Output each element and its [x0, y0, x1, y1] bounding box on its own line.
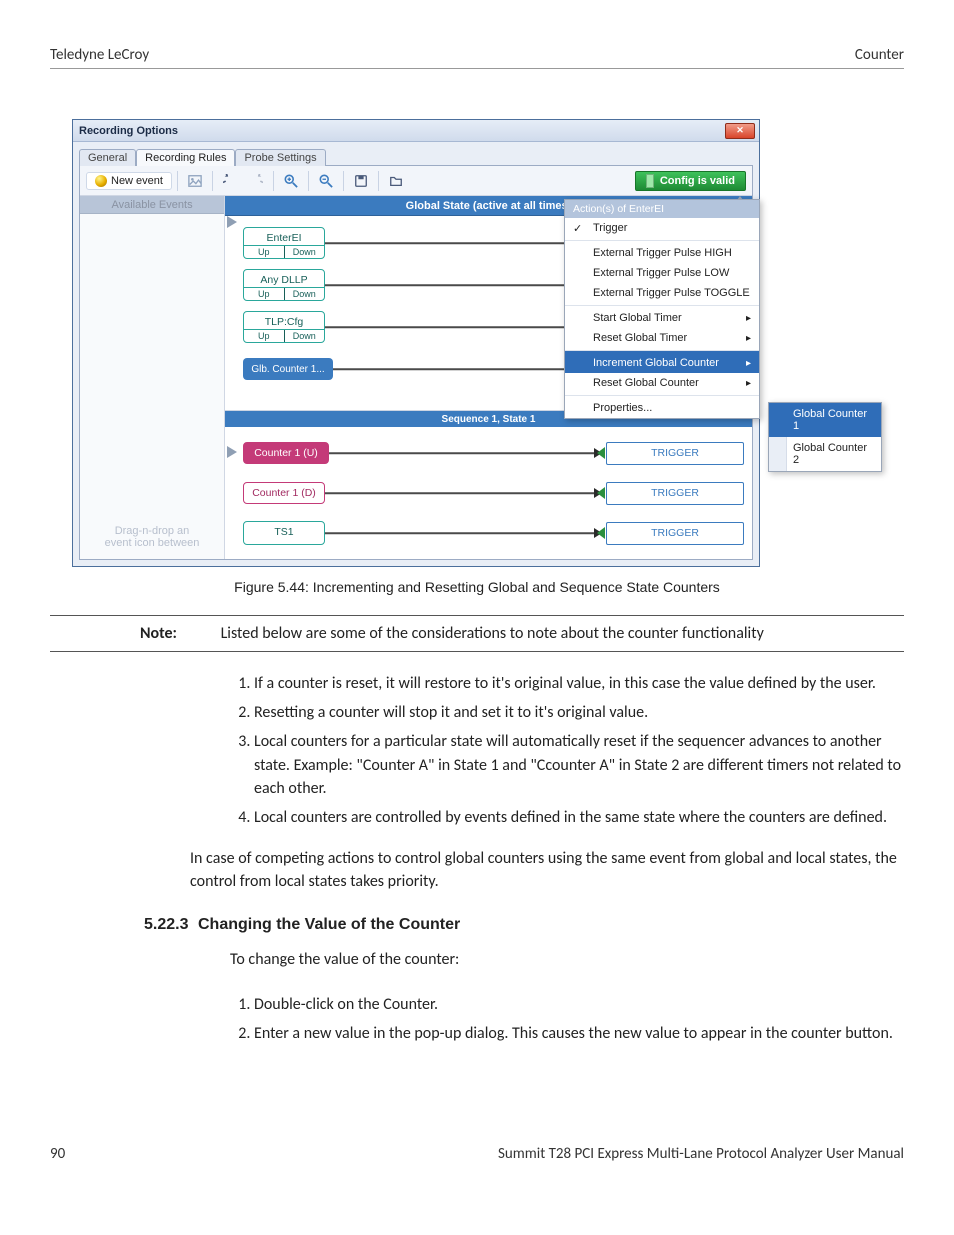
new-event-button[interactable]: New event — [86, 172, 172, 190]
list-item: If a counter is reset, it will restore t… — [254, 672, 904, 695]
ctx-reset-global-counter[interactable]: Reset Global Counter▸ — [565, 373, 759, 393]
chevron-right-icon: ▸ — [746, 313, 751, 324]
list-item: Local counters for a particular state wi… — [254, 730, 904, 800]
link-accept-icon — [597, 527, 605, 539]
check-icon: ✓ — [573, 222, 582, 235]
action-trigger[interactable]: TRIGGER — [606, 522, 744, 545]
ctx-start-global-timer[interactable]: Start Global Timer▸ — [565, 305, 759, 328]
event-ts1[interactable]: TS1 — [243, 521, 325, 545]
new-event-label: New event — [111, 175, 163, 187]
action-trigger[interactable]: TRIGGER — [606, 442, 744, 465]
save-icon[interactable] — [349, 170, 373, 192]
event-counter-1-u[interactable]: Counter 1 (U) — [243, 442, 329, 464]
ctx-ext-low[interactable]: External Trigger Pulse LOW — [565, 263, 759, 283]
list-item: Resetting a counter will stop it and set… — [254, 701, 904, 724]
event-any-dllp[interactable]: Any DLLP UpDown — [243, 269, 325, 301]
new-event-icon — [95, 175, 107, 187]
event-tlp-cfg[interactable]: TLP:Cfg UpDown — [243, 311, 325, 343]
tab-probe-settings[interactable]: Probe Settings — [235, 149, 325, 166]
ctx-reset-global-timer[interactable]: Reset Global Timer▸ — [565, 328, 759, 348]
tab-recording-rules[interactable]: Recording Rules — [136, 149, 235, 166]
chevron-right-icon: ▸ — [746, 333, 751, 344]
event-counter-1-d[interactable]: Counter 1 (D) — [243, 482, 325, 504]
side-hint: Drag-n-drop an — [105, 525, 200, 537]
undo-icon[interactable] — [218, 170, 242, 192]
action-trigger[interactable]: TRIGGER — [606, 482, 744, 505]
link-accept-icon — [597, 487, 605, 499]
figure-caption: Figure 5.44: Incrementing and Resetting … — [50, 579, 904, 595]
header-right: Counter — [855, 46, 904, 64]
header-left: Teledyne LeCroy — [50, 46, 149, 64]
ctx-increment-global-counter[interactable]: Increment Global Counter▸ — [565, 350, 759, 373]
available-events-panel: Available Events Drag-n-drop an event ic… — [80, 196, 225, 559]
close-icon: ✕ — [736, 125, 744, 136]
tab-general[interactable]: General — [79, 149, 136, 166]
ctx-ext-high[interactable]: External Trigger Pulse HIGH — [565, 240, 759, 263]
ctx-trigger[interactable]: ✓Trigger — [565, 218, 759, 238]
submenu-global-counter-2[interactable]: Global Counter 2 — [769, 437, 881, 471]
context-menu-title: Action(s) of EnterEI — [565, 200, 759, 218]
list-item: Local counters are controlled by events … — [254, 806, 904, 829]
footer-title: Summit T28 PCI Express Multi-Lane Protoc… — [498, 1145, 904, 1163]
toolbar: New event — [80, 166, 752, 196]
link-accept-icon — [597, 447, 605, 459]
list-item: Double-click on the Counter. — [254, 993, 904, 1016]
zoom-in-icon[interactable] — [279, 170, 303, 192]
ctx-ext-toggle[interactable]: External Trigger Pulse TOGGLE — [565, 283, 759, 303]
event-enterei[interactable]: EnterEI UpDown — [243, 227, 325, 259]
considerations-list: If a counter is reset, it will restore t… — [50, 672, 904, 829]
paragraph: In case of competing actions to control … — [50, 847, 904, 893]
page-number: 90 — [50, 1145, 65, 1163]
section-heading: 5.22.3Changing the Value of the Counter — [50, 916, 904, 934]
redo-icon[interactable] — [244, 170, 268, 192]
config-valid-badge: Config is valid — [635, 171, 746, 191]
chevron-right-icon: ▸ — [746, 378, 751, 389]
window-title: Recording Options — [79, 125, 178, 137]
section-intro: To change the value of the counter: — [50, 948, 904, 971]
config-valid-led — [646, 174, 654, 188]
picture-icon[interactable] — [183, 170, 207, 192]
close-button[interactable]: ✕ — [725, 123, 755, 139]
chevron-right-icon: ▸ — [746, 358, 751, 369]
ctx-properties[interactable]: Properties... — [565, 395, 759, 418]
steps-list: Double-click on the Counter. Enter a new… — [50, 993, 904, 1045]
available-events-header: Available Events — [80, 196, 224, 214]
list-item: Enter a new value in the pop-up dialog. … — [254, 1022, 904, 1045]
note-box: Note: Listed below are some of the consi… — [50, 615, 904, 652]
event-glb-counter-1[interactable]: Glb. Counter 1... — [243, 358, 333, 380]
submenu-global-counter: Global Counter 1 Global Counter 2 — [768, 402, 882, 472]
submenu-global-counter-1[interactable]: Global Counter 1 — [769, 403, 881, 437]
open-icon[interactable] — [384, 170, 408, 192]
zoom-out-icon[interactable] — [314, 170, 338, 192]
side-hint: event icon between — [105, 537, 200, 549]
context-menu-actions: Action(s) of EnterEI ✓Trigger External T… — [564, 199, 760, 419]
